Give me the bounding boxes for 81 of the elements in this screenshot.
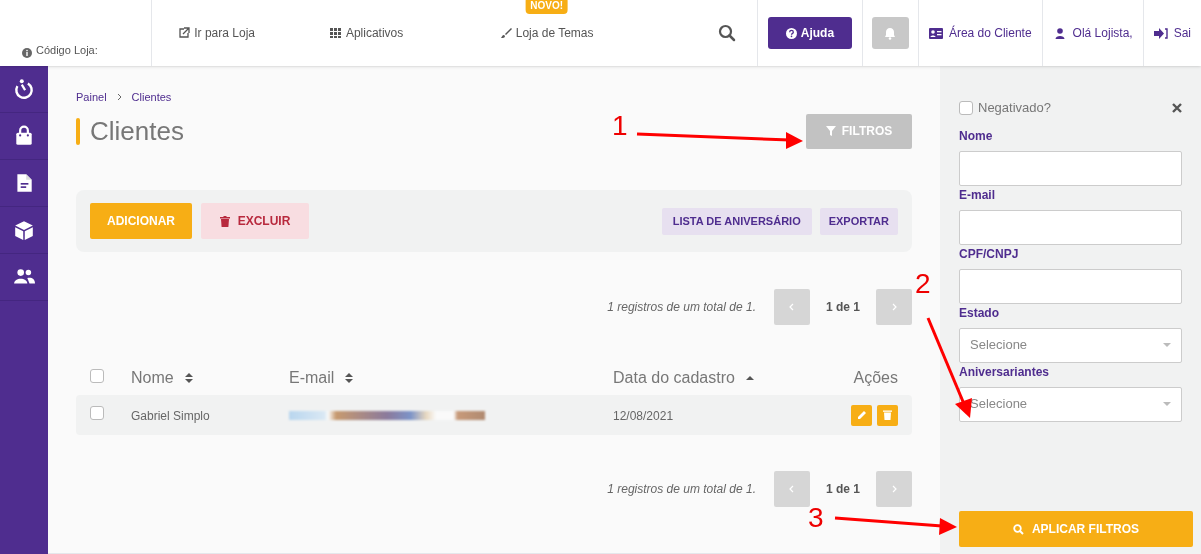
edit-button[interactable]	[851, 404, 872, 426]
previous-page-button[interactable]	[773, 471, 810, 507]
chevron-left-icon	[789, 303, 795, 311]
table-cell: 12/08/2021	[613, 409, 674, 423]
grid-icon	[329, 27, 342, 39]
column-header[interactable]: Data do cadastro	[613, 366, 735, 390]
page-indicator: 1 de 1	[825, 481, 860, 498]
search-button[interactable]	[718, 24, 737, 42]
cube-icon	[13, 219, 35, 241]
nav-link[interactable]: Ir para Loja	[178, 24, 255, 42]
chevron-right-icon	[891, 303, 897, 311]
field-label: CPF/CNPJ	[959, 245, 1020, 263]
nav-link[interactable]: Aplicativos	[329, 24, 404, 42]
column-header[interactable]: Nome	[131, 366, 174, 390]
trash-icon	[219, 215, 230, 227]
table-cell: Gabriel Simplo	[131, 409, 210, 423]
user-menu-link[interactable]: Olá Lojista,	[1052, 24, 1133, 42]
logout-link[interactable]: Sai	[1153, 24, 1191, 42]
annotation-number: 2	[915, 270, 931, 298]
field-label: Nome	[959, 127, 994, 145]
external-link-icon	[178, 27, 191, 39]
help-button[interactable]: Ajuda	[767, 17, 852, 49]
store-code-label: Código Loja:	[36, 42, 98, 58]
chevron-left-icon	[789, 485, 795, 493]
title-accent-bar	[76, 117, 80, 145]
field-label: Estado	[959, 304, 1000, 322]
trash-icon	[883, 410, 892, 420]
brush-icon	[499, 27, 512, 39]
id-card-icon	[928, 27, 943, 39]
nav-link[interactable]: Loja de Temas	[499, 24, 594, 42]
chevron-right-icon	[116, 93, 122, 101]
delete-row-button[interactable]	[877, 404, 898, 426]
column-header[interactable]: E-mail	[289, 366, 335, 390]
page-title: Clientes	[90, 114, 184, 148]
table-row[interactable]: Gabriel Simplo 12/08/2021	[76, 395, 912, 435]
client-area-link[interactable]: Área do Cliente	[928, 24, 1032, 42]
field-label: E-mail	[959, 186, 996, 204]
close-button[interactable]	[1172, 102, 1182, 113]
notifications-button[interactable]	[871, 17, 909, 49]
sign-out-icon	[1153, 27, 1168, 39]
sort-icon	[344, 372, 355, 384]
new-badge: NOVO!	[525, 0, 568, 14]
breadcrumb-current: Clientes	[131, 89, 172, 105]
checkbox[interactable]	[959, 100, 973, 115]
select-field[interactable]: Selecione	[959, 327, 1182, 363]
select-placeholder: Selecione	[970, 336, 1028, 355]
bell-icon	[884, 26, 897, 40]
records-summary: 1 registros de um total de 1.	[607, 481, 756, 498]
page-indicator: 1 de 1	[825, 299, 860, 316]
input-field[interactable]	[959, 209, 1182, 245]
checkbox-label: Negativado?	[978, 99, 1051, 117]
delete-button[interactable]: EXCLUIR	[201, 203, 309, 239]
select-placeholder: Selecione	[970, 395, 1028, 414]
pencil-icon	[856, 410, 867, 420]
checkbox[interactable]	[90, 406, 104, 420]
annotation-number: 3	[808, 504, 824, 532]
caret-down-icon	[1163, 402, 1171, 406]
info-icon	[22, 48, 32, 58]
input-field[interactable]	[959, 150, 1182, 186]
next-page-button[interactable]	[876, 471, 912, 507]
caret-down-icon	[1163, 343, 1171, 347]
filter-icon	[825, 126, 836, 136]
input-field[interactable]	[959, 268, 1182, 304]
checkbox[interactable]	[90, 369, 104, 383]
question-icon	[785, 27, 797, 39]
records-summary: 1 registros de um total de 1.	[607, 299, 756, 316]
sort-icon	[183, 372, 194, 384]
breadcrumb-link[interactable]: Painel	[76, 88, 107, 106]
chevron-right-icon	[891, 485, 897, 493]
close-icon	[1172, 102, 1182, 113]
select-field[interactable]: Selecione	[959, 386, 1182, 422]
next-page-button[interactable]	[876, 289, 912, 325]
column-header: Ações	[853, 368, 898, 388]
sidebar-item[interactable]	[13, 219, 35, 241]
export-button[interactable]: EXPORTAR	[819, 207, 898, 235]
search-icon	[718, 24, 737, 42]
previous-page-button[interactable]	[773, 289, 810, 325]
field-label: Aniversariantes	[959, 363, 1051, 381]
search-icon	[1012, 523, 1024, 535]
annotation-number: 1	[612, 112, 628, 140]
birthday-list-button[interactable]: LISTA DE ANIVERSÁRIO	[661, 207, 812, 235]
